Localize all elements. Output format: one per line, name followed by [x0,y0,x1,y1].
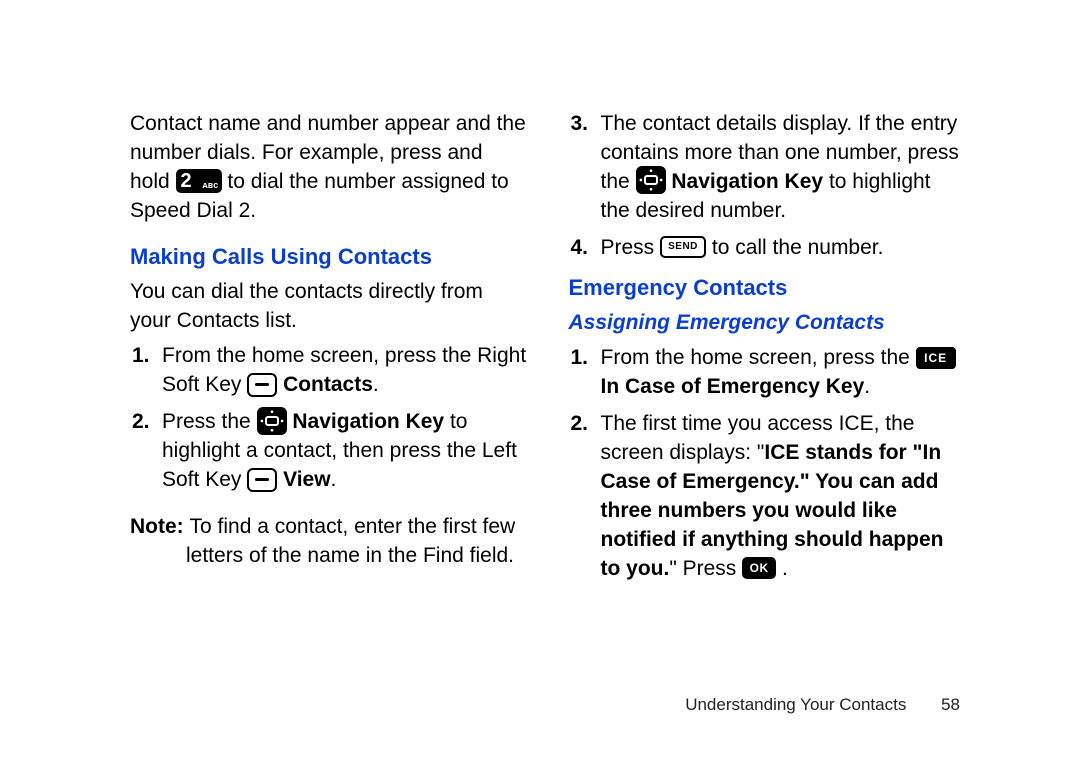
left-soft-key-icon [247,468,277,492]
heading-emergency: Emergency Contacts [569,273,966,303]
making-calls-intro: You can dial the contacts directly from … [130,278,527,336]
subheading-assigning: Assigning Emergency Contacts [569,309,966,338]
right-column: 3. The contact details display. If the e… [569,110,966,711]
making-calls-steps: 1. From the home screen, press the Right… [130,342,527,495]
step-item: 1. From the home screen, press the Right… [130,342,527,400]
step-post: . [373,373,379,396]
right-soft-key-icon [247,373,277,397]
step-bold-2: View [283,468,330,491]
page-footer: Understanding Your Contacts 58 [685,695,960,715]
step-post: . [331,468,337,491]
heading-making-calls: Making Calls Using Contacts [130,242,527,272]
step-item: 4. Press to call the number. [569,234,966,263]
step-text: Press the [162,410,257,433]
emergency-steps: 1. From the home screen, press the In Ca… [569,344,966,584]
navigation-key-icon [257,407,287,435]
ice-key-icon [916,347,956,369]
step-bold: In Case of Emergency Key [601,375,865,398]
footer-chapter: Understanding Your Contacts [685,695,906,714]
step-post: to call the number. [712,236,884,259]
note-label: Note: [130,515,190,538]
left-column: Contact name and number appear and the n… [130,110,527,711]
step-number: 1. [571,344,589,373]
intro-paragraph: Contact name and number appear and the n… [130,110,527,226]
step-bold: Navigation Key [292,410,444,433]
key-2-abc-icon [176,169,222,193]
note-block: Note: To find a contact, enter the first… [130,513,527,571]
send-key-icon [660,236,706,258]
step-mid2: " Press [669,557,742,580]
step-post: . [864,375,870,398]
step-number: 3. [571,110,589,139]
step-item: 2. Press the Navigation Key to highlight… [130,408,527,495]
step-item: 2. The first time you access ICE, the sc… [569,410,966,584]
step-post: . [782,557,788,580]
ok-key-icon [742,557,776,579]
step-item: 3. The contact details display. If the e… [569,110,966,226]
step-number: 2. [571,410,589,439]
step-item: 1. From the home screen, press the In Ca… [569,344,966,402]
continued-steps: 3. The contact details display. If the e… [569,110,966,263]
step-bold: Navigation Key [671,170,823,193]
navigation-key-icon [636,166,666,194]
step-text: From the home screen, press the [601,346,916,369]
step-number: 4. [571,234,589,263]
step-number: 2. [132,408,150,437]
step-number: 1. [132,342,150,371]
note-body: To find a contact, enter the first few l… [186,515,515,567]
manual-page: Contact name and number appear and the n… [0,0,1080,771]
step-bold: Contacts [283,373,373,396]
footer-page-number: 58 [941,695,960,715]
step-text: Press [601,236,661,259]
